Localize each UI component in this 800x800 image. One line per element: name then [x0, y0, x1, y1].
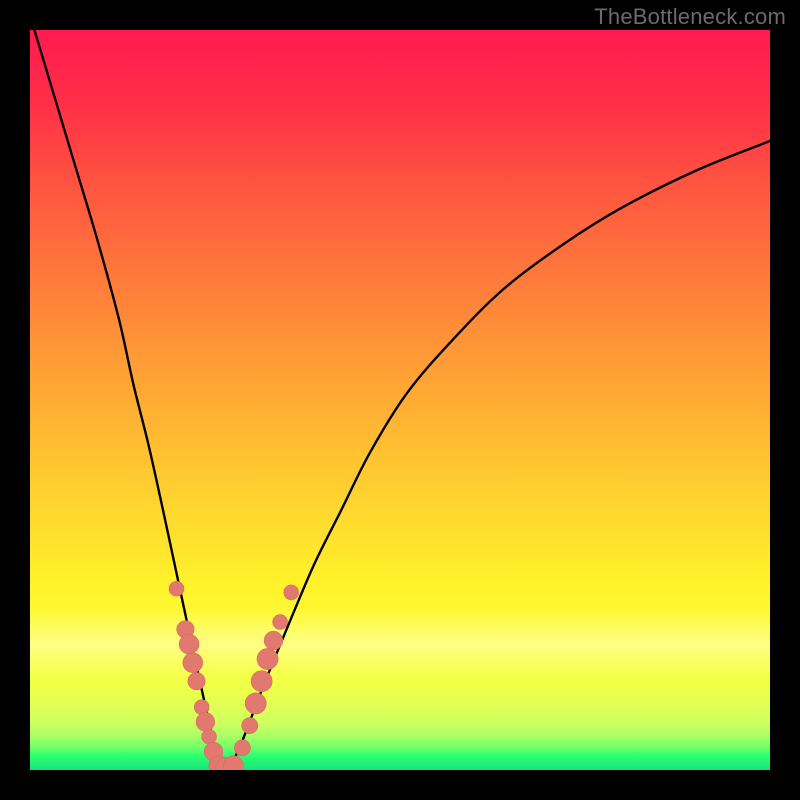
curve-marker — [257, 648, 278, 669]
curve-marker — [179, 634, 199, 654]
plot-area — [30, 30, 770, 770]
curve-markers — [169, 581, 299, 770]
curve-marker — [202, 729, 217, 744]
curve-marker — [242, 718, 258, 734]
chart-stage: TheBottleneck.com — [0, 0, 800, 800]
watermark-text: TheBottleneck.com — [594, 4, 786, 30]
curve-marker — [264, 631, 283, 650]
curve-marker — [234, 740, 250, 756]
curve-marker — [245, 693, 266, 714]
curve-marker — [183, 653, 203, 673]
curve-marker — [194, 700, 209, 715]
bottleneck-curve-path — [30, 30, 770, 770]
curve-marker — [188, 673, 205, 690]
chart-overlay-svg — [30, 30, 770, 770]
curve-marker — [196, 713, 215, 732]
curve-marker — [251, 671, 272, 692]
curve-marker — [169, 581, 184, 596]
curve-marker — [273, 615, 288, 630]
bottleneck-curve — [30, 30, 770, 770]
curve-marker — [284, 585, 299, 600]
